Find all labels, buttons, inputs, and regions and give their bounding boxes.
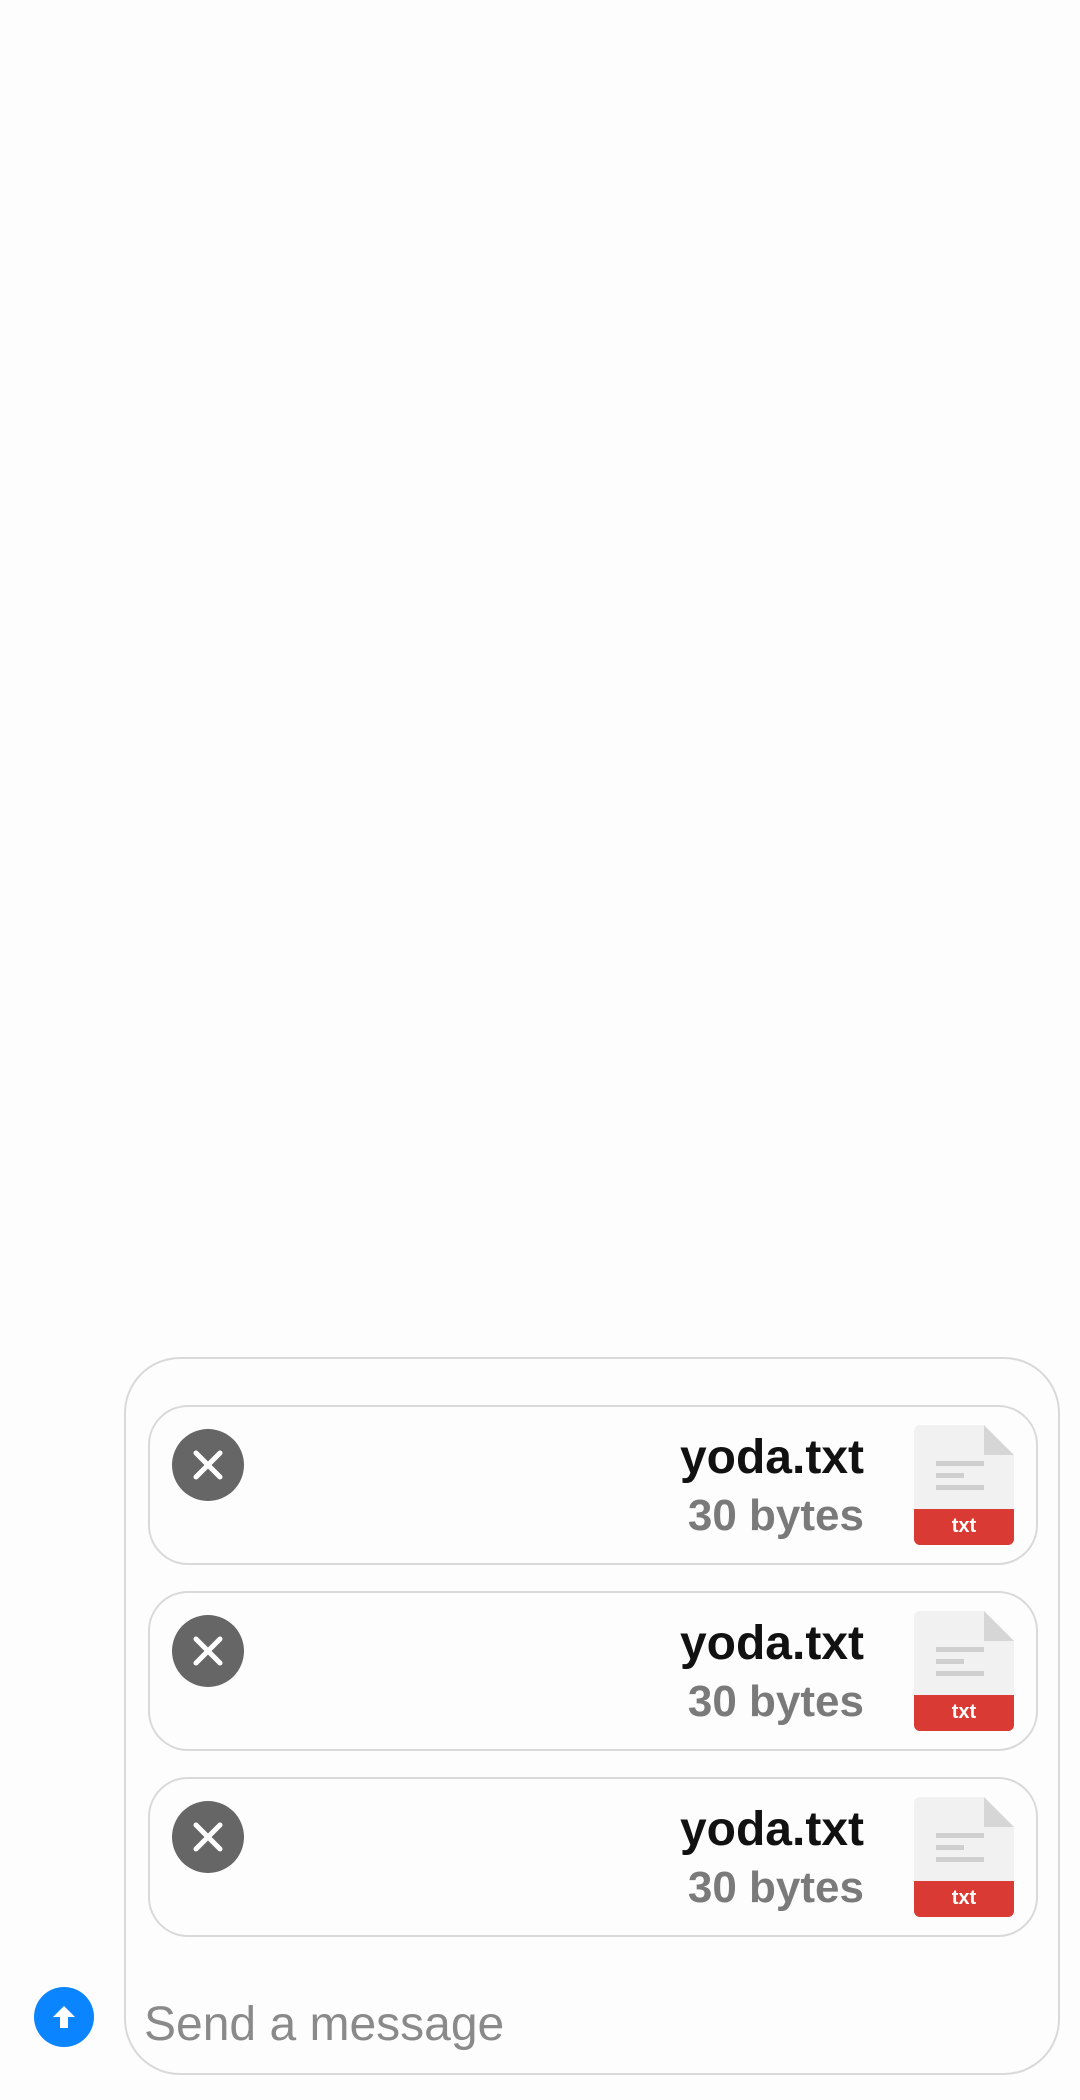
attachment-item[interactable]: yoda.txt 30 bytes txt xyxy=(148,1591,1038,1751)
arrow-up-icon xyxy=(53,2006,75,2028)
attachment-file-size: 30 bytes xyxy=(687,1677,864,1726)
attachment-file-name: yoda.txt xyxy=(679,1617,864,1670)
close-icon xyxy=(193,1822,223,1852)
attachment-file-name: yoda.txt xyxy=(679,1431,864,1484)
attachment-file-size: 30 bytes xyxy=(687,1863,864,1912)
file-txt-icon: txt xyxy=(914,1425,1014,1545)
file-extension-label: txt xyxy=(951,1887,977,1909)
chat-screen: yoda.txt 30 bytes txt yoda.txt 30 bytes … xyxy=(0,0,1080,2100)
message-input[interactable] xyxy=(144,1989,1024,2059)
attachment-file-size: 30 bytes xyxy=(687,1491,864,1540)
message-composer: yoda.txt 30 bytes txt yoda.txt 30 bytes … xyxy=(124,1357,1060,2075)
close-icon xyxy=(193,1450,223,1480)
attachment-info: yoda.txt 30 bytes xyxy=(680,1801,864,1917)
attachment-item[interactable]: yoda.txt 30 bytes txt xyxy=(148,1777,1038,1937)
attachment-item[interactable]: yoda.txt 30 bytes txt xyxy=(148,1405,1038,1565)
attachment-info: yoda.txt 30 bytes xyxy=(680,1615,864,1731)
file-extension-label: txt xyxy=(951,1701,977,1723)
remove-attachment-button[interactable] xyxy=(172,1801,244,1873)
close-icon xyxy=(193,1636,223,1666)
file-extension-label: txt xyxy=(951,1515,977,1537)
remove-attachment-button[interactable] xyxy=(172,1429,244,1501)
attachment-info: yoda.txt 30 bytes xyxy=(680,1429,864,1545)
file-txt-icon: txt xyxy=(914,1797,1014,1917)
attachment-file-name: yoda.txt xyxy=(679,1803,864,1856)
send-button[interactable] xyxy=(34,1987,94,2047)
remove-attachment-button[interactable] xyxy=(172,1615,244,1687)
file-txt-icon: txt xyxy=(914,1611,1014,1731)
